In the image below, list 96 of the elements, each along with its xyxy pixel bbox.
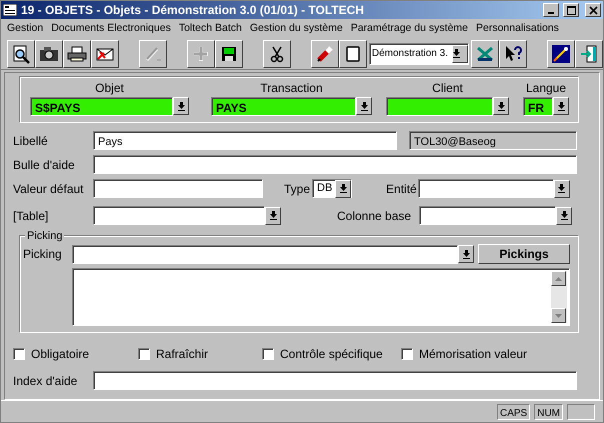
menu-item[interactable]: Paramétrage du système [346, 20, 472, 36]
checkbox[interactable] [13, 348, 25, 360]
group-title: Picking [25, 228, 64, 244]
scroll-up-icon [555, 276, 562, 280]
minimize-icon [548, 12, 554, 14]
lookup-field[interactable] [386, 97, 493, 116]
toolbar-button[interactable] [34, 40, 63, 68]
checkbox[interactable] [138, 348, 150, 360]
checkbox-label: Obligatoire [31, 346, 90, 363]
lookup-button[interactable] [335, 180, 352, 198]
toolbar-button[interactable] [262, 40, 291, 68]
lookup-button[interactable] [458, 245, 474, 263]
readonly-field: TOL30@Baseog [409, 131, 577, 150]
field-label: Objet [95, 80, 124, 97]
toolbar-button[interactable] [499, 40, 528, 68]
field-label: Colonne base [337, 208, 412, 224]
field-label: Libellé [13, 132, 49, 150]
input-field[interactable] [419, 206, 556, 225]
type-select[interactable]: DB [312, 179, 352, 198]
window-title: 19 - OBJETS - Objets - Démonstration 3.0 (01/01) - TOLTECH [21, 2, 365, 19]
minimize-button[interactable] [543, 3, 559, 17]
checkbox[interactable] [262, 348, 274, 360]
close-icon [588, 6, 598, 14]
down-arrow-icon [498, 102, 504, 110]
lookup-button[interactable] [493, 97, 509, 115]
down-arrow-icon [270, 211, 276, 220]
down-arrow-icon [558, 102, 564, 110]
toolbar-button[interactable] [7, 40, 35, 68]
scroll-down-icon [555, 314, 562, 318]
toolbar-button[interactable] [338, 40, 367, 68]
checkbox-label: Contrôle spécifique [280, 346, 383, 363]
toolbar-button[interactable] [90, 40, 119, 68]
input-field[interactable] [93, 155, 577, 174]
eraser-icon [314, 44, 335, 64]
field-label: Type [284, 180, 310, 198]
toolbar-button[interactable] [471, 40, 500, 68]
lookup-button[interactable] [553, 97, 569, 115]
lookup-button[interactable] [554, 180, 570, 198]
input-field[interactable] [418, 179, 554, 198]
scrollbar[interactable] [551, 271, 567, 323]
exit-icon [579, 44, 600, 64]
lookup-field[interactable]: FR [523, 97, 553, 116]
down-arrow-icon [462, 250, 470, 258]
help-icon [503, 44, 524, 64]
checkbox-label: Rafraîchir [156, 346, 208, 363]
toolbar-button[interactable] [575, 40, 604, 68]
close-button[interactable] [585, 3, 601, 17]
lookup-button[interactable] [265, 206, 281, 224]
pickings-button[interactable]: Pickings [478, 244, 570, 264]
down-arrow-icon [340, 184, 347, 193]
status-indicator: CAPS [496, 404, 530, 420]
menu-item[interactable]: Documents Electroniques [47, 20, 175, 36]
input-field[interactable] [93, 206, 265, 225]
field-label: [Table] [13, 208, 50, 224]
field-label: Entité [386, 180, 417, 198]
menu-item[interactable]: Gestion [3, 20, 48, 36]
printer-icon [66, 44, 87, 64]
menu-item[interactable]: Toltech Batch [174, 20, 246, 36]
status-panel [567, 404, 595, 420]
maximize-icon [566, 6, 576, 14]
checkbox-label: Mémorisation valeur [419, 346, 528, 363]
down-arrow-icon [558, 184, 566, 193]
database-select[interactable]: Démonstration 3. [368, 42, 470, 64]
lookup-button[interactable] [556, 206, 572, 224]
field-label: Bulle d'aide [13, 156, 76, 174]
lookup-button[interactable] [452, 44, 468, 62]
lookup-field[interactable]: S$PAYS [30, 97, 173, 116]
input-field[interactable] [72, 244, 458, 264]
down-arrow-icon [360, 102, 368, 110]
menu-item[interactable]: Personnalisations [472, 20, 563, 36]
field-label: Client [432, 80, 463, 97]
status-indicator: NUM [534, 404, 563, 420]
field-label: Transaction [260, 80, 323, 97]
search-icon [10, 44, 31, 64]
field-label: Index d'aide [13, 372, 78, 390]
field-label: Picking [23, 246, 63, 263]
field-label: Valeur défaut [13, 180, 84, 198]
input-field[interactable] [93, 371, 577, 390]
down-arrow-icon [560, 211, 568, 220]
down-arrow-icon [453, 49, 460, 58]
app-icon [3, 4, 17, 16]
input-field[interactable]: Pays [93, 131, 397, 150]
lookup-button[interactable] [356, 97, 372, 115]
checkbox[interactable] [401, 348, 413, 360]
toolbar-button[interactable] [62, 40, 91, 68]
field-label: Langue [526, 80, 566, 97]
toolbar-button[interactable] [547, 40, 576, 68]
lookup-field[interactable]: PAYS [211, 97, 356, 116]
menu-item[interactable]: Gestion du système [246, 20, 347, 36]
lookup-button[interactable] [173, 97, 189, 115]
maximize-button[interactable] [563, 3, 579, 17]
text-area[interactable] [72, 268, 570, 326]
toolbar-button[interactable] [310, 40, 339, 68]
down-arrow-icon [178, 102, 184, 110]
toolbar-button[interactable] [214, 40, 243, 68]
input-field[interactable] [93, 179, 263, 198]
